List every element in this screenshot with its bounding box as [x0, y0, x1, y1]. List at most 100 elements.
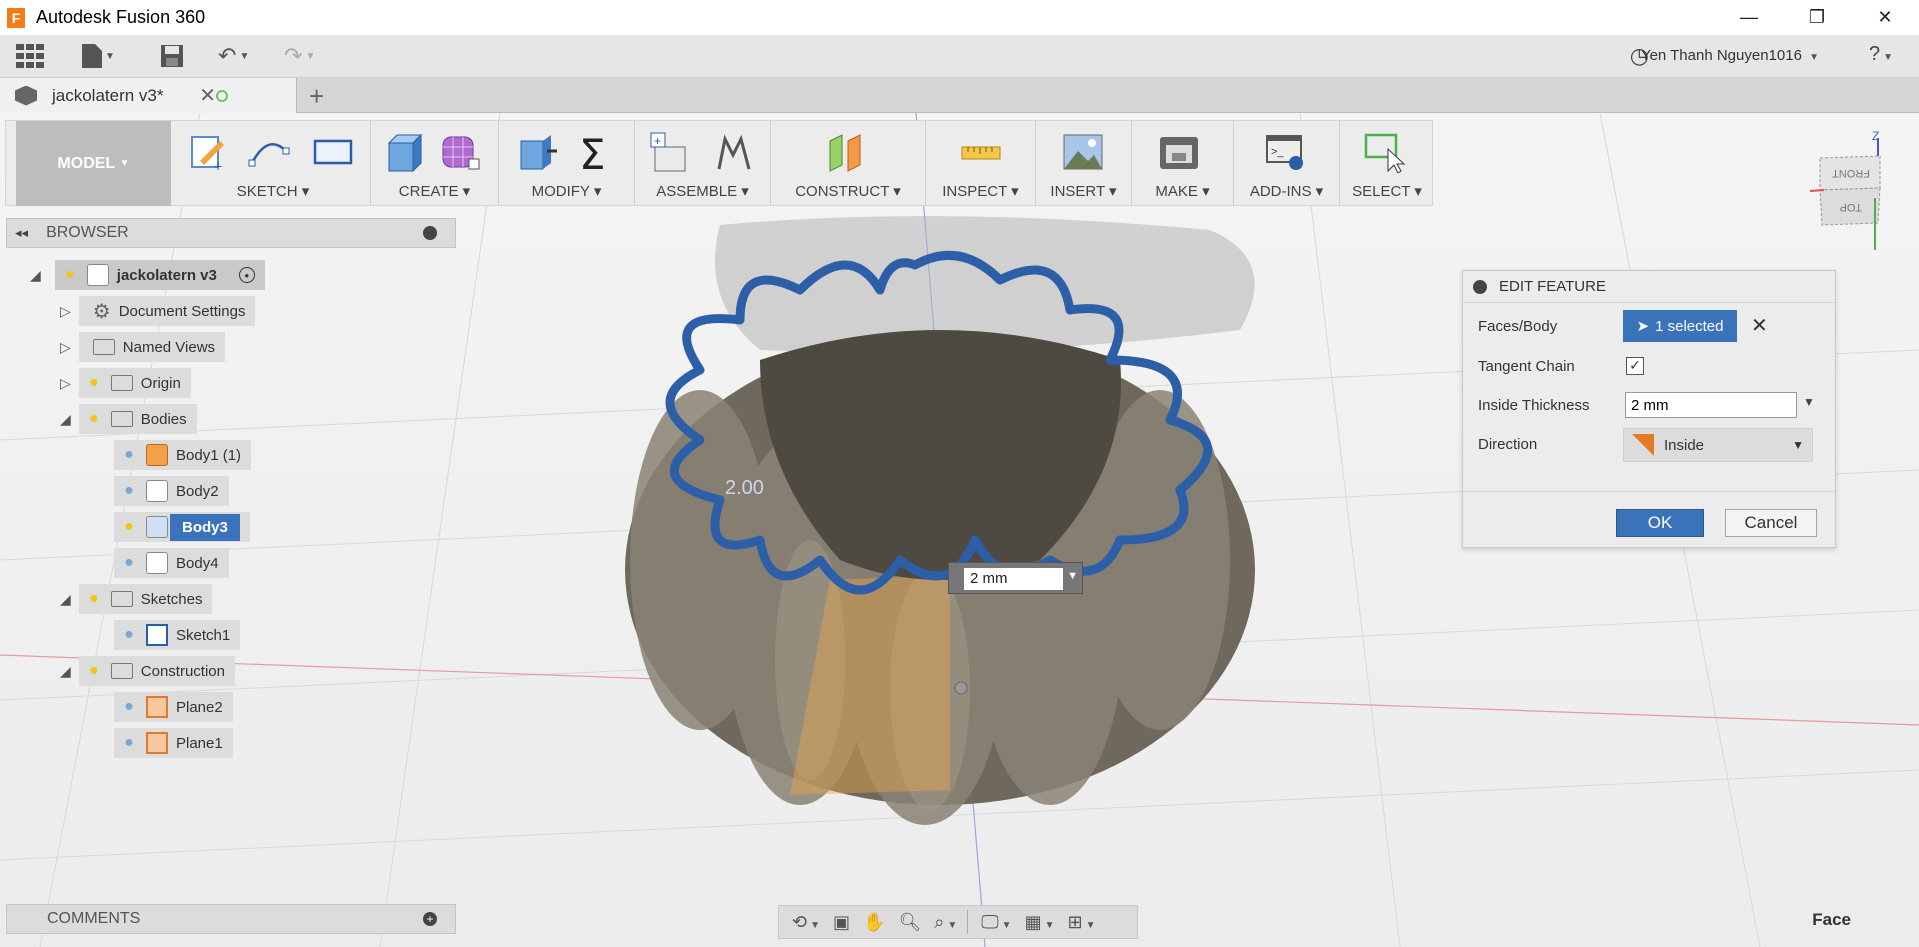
document-tab[interactable]: jackolatern v3* ✕ [0, 78, 297, 113]
dialog-collapse-icon[interactable] [1473, 279, 1487, 294]
help-icon[interactable]: ? ▼ [1869, 43, 1893, 66]
close-tab-icon[interactable]: ✕ [199, 83, 216, 108]
display-settings-icon[interactable]: 🖵 ▼ [981, 912, 1011, 933]
visibility-bulb-icon[interactable]: ● [120, 481, 138, 501]
expand-arrow-icon[interactable]: ▷ [60, 339, 71, 356]
workspace-switcher[interactable]: MODEL ▼ [16, 121, 171, 206]
direction-value: Inside [1664, 436, 1705, 454]
tree-row-bodies[interactable]: ◢ ● Bodies [60, 404, 197, 434]
visibility-bulb-icon[interactable]: ● [120, 697, 138, 717]
visibility-bulb-icon[interactable]: ● [120, 733, 138, 753]
collapse-browser-icon[interactable]: ◂◂ [15, 225, 28, 241]
select-group[interactable]: SELECT ▾ [1340, 121, 1434, 206]
tree-row-origin[interactable]: ▷ ● Origin [60, 368, 191, 398]
canvas-thickness-input[interactable]: 2 mm ▼ [948, 562, 1083, 594]
orbit-icon[interactable]: ⟲ ▼ [792, 912, 820, 933]
minimize-button[interactable]: — [1715, 0, 1783, 35]
undo-icon[interactable]: ↶ ▼ [218, 43, 249, 69]
form-tsplines-icon [442, 136, 480, 170]
tree-row-document-settings[interactable]: ▷ ⚙ Document Settings [60, 296, 256, 326]
visibility-bulb-icon[interactable]: ● [85, 373, 103, 393]
visibility-bulb-icon[interactable]: ● [120, 553, 138, 573]
user-account-menu[interactable]: Yen Thanh Nguyen1016 ▼ [1641, 47, 1819, 64]
tree-row-construction[interactable]: ◢ ● Construction [60, 656, 235, 686]
pan-hand-icon[interactable]: ✋ [863, 912, 885, 933]
sketch-group[interactable]: + SKETCH ▾ [176, 121, 371, 206]
create-group[interactable]: CREATE ▾ [371, 121, 499, 206]
look-at-icon[interactable]: ▣ [833, 912, 850, 933]
browser-minimize-icon[interactable] [423, 226, 437, 240]
select-menu-label: SELECT ▾ [1352, 183, 1422, 200]
clear-selection-icon[interactable]: ✕ [1751, 313, 1768, 338]
visibility-bulb-icon[interactable]: ● [120, 445, 138, 465]
inside-thickness-input[interactable] [1625, 392, 1797, 418]
new-tab-plus-icon[interactable]: + [309, 81, 324, 112]
tree-row-sketches[interactable]: ◢ ● Sketches [60, 584, 213, 614]
grid-settings-icon[interactable]: ▦ ▼ [1025, 912, 1055, 933]
visibility-bulb-icon[interactable]: ● [85, 661, 103, 681]
view-cube[interactable]: Z FRONT TOP [1810, 128, 1896, 250]
inspect-group[interactable]: INSPECT ▾ [926, 121, 1036, 206]
restore-button[interactable]: ❐ [1783, 0, 1851, 35]
expand-arrow-icon[interactable]: ◢ [30, 267, 41, 284]
canvas-input-dropdown-icon[interactable]: ▼ [1067, 570, 1078, 582]
visibility-bulb-icon[interactable]: ● [120, 625, 138, 645]
tree-row-body4[interactable]: ● Body4 [114, 548, 229, 578]
extrude-icon [387, 133, 423, 173]
expand-arrow-icon[interactable]: ◢ [60, 663, 71, 680]
ok-button[interactable]: OK [1616, 509, 1704, 537]
body2-label: Body2 [176, 482, 219, 500]
insert-group[interactable]: INSERT ▾ [1036, 121, 1132, 206]
faces-selection-button[interactable]: ➤ 1 selected [1623, 310, 1737, 342]
dialog-header[interactable]: EDIT FEATURE [1463, 271, 1835, 303]
tree-row-body1[interactable]: ● Body1 (1) [114, 440, 252, 470]
make-group[interactable]: MAKE ▾ [1132, 121, 1234, 206]
save-icon[interactable] [160, 43, 184, 69]
document-cube-icon [15, 85, 37, 106]
dimension-label: 2.00 [725, 477, 764, 499]
redo-icon[interactable]: ↷ ▼ [284, 43, 315, 69]
create-menu-label: CREATE ▾ [398, 183, 471, 200]
add-ins-group[interactable]: >_ ADD-INS ▾ [1234, 121, 1340, 206]
expand-arrow-icon[interactable]: ◢ [60, 591, 71, 608]
expand-arrow-icon[interactable]: ◢ [60, 411, 71, 428]
tree-row-named-views[interactable]: ▷ Named Views [60, 332, 226, 362]
file-menu-icon[interactable]: ▼ [82, 43, 115, 69]
visibility-bulb-icon[interactable]: ● [61, 265, 79, 285]
tangent-chain-checkbox[interactable]: ✓ [1626, 357, 1644, 375]
zoom-icon[interactable]: 🔍︎ [898, 912, 921, 933]
expand-arrow-icon[interactable]: ▷ [60, 303, 71, 320]
add-comment-icon[interactable]: + [423, 912, 437, 926]
svg-text:+: + [654, 134, 661, 148]
visibility-bulb-icon[interactable]: ● [85, 589, 103, 609]
visibility-bulb-icon[interactable]: ● [120, 517, 138, 537]
tree-row-sketch1[interactable]: ● Sketch1 [114, 620, 241, 650]
canvas-thickness-field[interactable]: 2 mm [964, 568, 1063, 590]
data-panel-grid-icon[interactable] [16, 43, 44, 69]
construct-group[interactable]: CONSTRUCT ▾ [771, 121, 926, 206]
tree-row-plane1[interactable]: ● Plane1 [114, 728, 233, 758]
offset-plane-icon [829, 134, 861, 172]
close-window-button[interactable]: ✕ [1851, 0, 1919, 35]
expand-arrow-icon[interactable]: ▷ [60, 375, 71, 392]
tree-row-body3[interactable]: ● Body3 [114, 512, 250, 542]
tree-row-root[interactable]: ◢ ● jackolatern v3 ● [30, 260, 265, 290]
sketch-icon [146, 624, 168, 646]
modify-group[interactable]: Σ MODIFY ▾ [499, 121, 635, 206]
visibility-bulb-icon[interactable]: ● [85, 409, 103, 429]
activate-radio-icon[interactable]: ● [238, 267, 255, 283]
assemble-group[interactable]: + ASSEMBLE ▾ [635, 121, 771, 206]
comments-panel-header[interactable]: COMMENTS + [6, 904, 456, 934]
thickness-dropdown-icon[interactable]: ▼ [1803, 395, 1815, 409]
browser-panel-header[interactable]: ◂◂ BROWSER [6, 218, 456, 248]
svg-text:Σ: Σ [579, 131, 606, 173]
tree-row-body2[interactable]: ● Body2 [114, 476, 229, 506]
direction-select[interactable]: Inside ▼ [1623, 428, 1813, 462]
body-icon [146, 516, 168, 538]
sketch-menu-label: SKETCH ▾ [236, 183, 310, 200]
tree-row-plane2[interactable]: ● Plane2 [114, 692, 233, 722]
viewports-icon[interactable]: ⊞ ▼ [1067, 912, 1095, 933]
press-pull-icon [520, 135, 557, 170]
fit-view-icon[interactable]: ⌕ ▼ [934, 912, 957, 933]
cancel-button[interactable]: Cancel [1725, 509, 1817, 537]
